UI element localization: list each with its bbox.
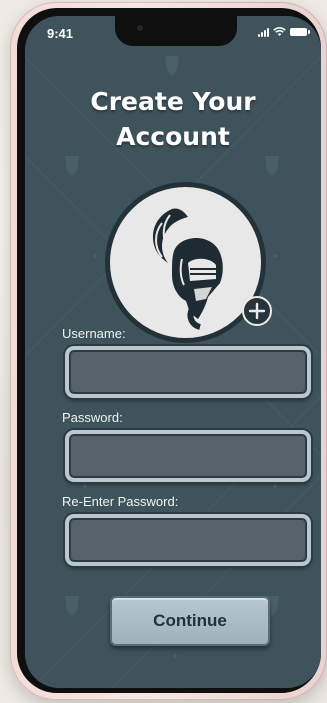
reenter-password-label: Re-Enter Password: xyxy=(62,494,179,509)
battery-icon xyxy=(290,28,310,36)
password-input[interactable] xyxy=(69,434,307,478)
username-input[interactable] xyxy=(69,350,307,394)
username-label: Username: xyxy=(62,326,126,341)
status-time: 9:41 xyxy=(47,26,74,41)
app-screen: 9:41 Create Your Account Username: Passw… xyxy=(25,16,321,688)
notch xyxy=(115,16,237,46)
wifi-icon xyxy=(273,27,286,36)
signal-icon xyxy=(258,27,269,37)
continue-button[interactable]: Continue xyxy=(110,596,270,646)
knight-helmet-icon xyxy=(152,208,223,330)
reenter-password-input[interactable] xyxy=(69,518,307,562)
page-title-line1: Create Your xyxy=(90,87,256,116)
phone-frame: 9:41 Create Your Account Username: Passw… xyxy=(10,2,327,700)
status-icons xyxy=(258,27,310,37)
password-label: Password: xyxy=(62,410,123,425)
username-field[interactable] xyxy=(65,346,311,398)
camera-icon xyxy=(137,25,143,31)
plus-circle-icon xyxy=(248,302,266,320)
page-title-line2: Account xyxy=(116,122,230,151)
page-title: Create Your Account xyxy=(25,84,321,154)
avatar[interactable] xyxy=(105,182,266,343)
add-photo-button[interactable] xyxy=(242,296,272,326)
reenter-password-field[interactable] xyxy=(65,514,311,566)
password-field[interactable] xyxy=(65,430,311,482)
